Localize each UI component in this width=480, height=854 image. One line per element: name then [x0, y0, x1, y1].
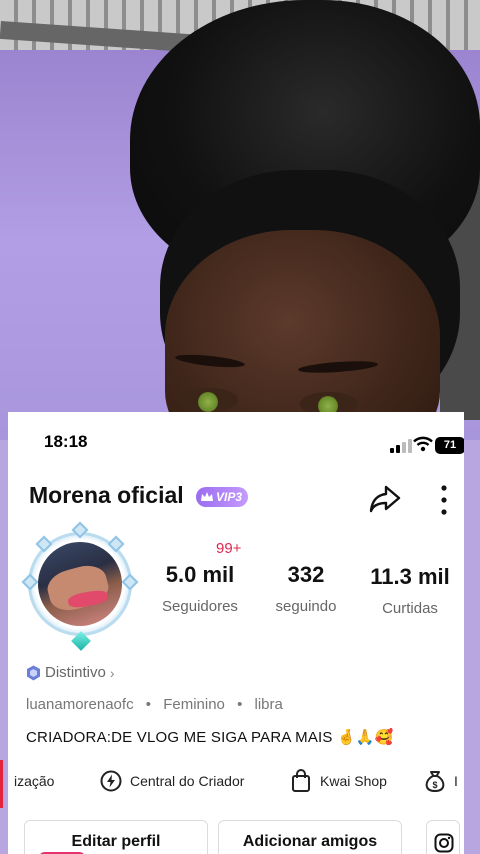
- vip-label: VIP3: [216, 490, 243, 504]
- stat-following[interactable]: 332 seguindo: [258, 562, 354, 615]
- battery-icon: 71: [435, 437, 464, 454]
- status-bar: 18:18 71: [8, 412, 464, 462]
- profile-bio: CRIADORA:DE VLOG ME SIGA PARA MAIS 🤞🙏🥰: [26, 729, 394, 746]
- share-icon[interactable]: [368, 484, 402, 514]
- left-edge-red-bar: [0, 760, 3, 808]
- toolbar-item-label: Kwai Shop: [320, 773, 387, 789]
- toolbar-item-kwai-shop[interactable]: Kwai Shop: [290, 764, 387, 798]
- toolbar-item-label: Central do Criador: [130, 773, 245, 789]
- profile-screenshot-card: 18:18 71 Morena oficial VIP3 99+ 5.0 mil…: [8, 412, 464, 854]
- username: luanamorenaofc: [26, 696, 134, 713]
- stat-followers[interactable]: 5.0 mil Seguidores: [148, 562, 252, 615]
- stat-value: 332: [287, 562, 325, 587]
- vip-badge[interactable]: VIP3: [196, 487, 249, 507]
- more-icon[interactable]: [438, 484, 450, 516]
- money-bag-icon: $: [425, 771, 445, 793]
- instagram-button[interactable]: [426, 820, 460, 854]
- svg-text:$: $: [432, 780, 437, 790]
- toolbar-item-creator-center[interactable]: Central do Criador: [100, 764, 244, 798]
- left-eye: [180, 388, 238, 412]
- toolbar-item-earnings[interactable]: $ I: [424, 764, 458, 798]
- wifi-icon: [413, 436, 433, 452]
- stat-likes[interactable]: 11.3 mil Curtidas: [360, 564, 460, 617]
- signal-icon: [390, 439, 412, 453]
- shield-icon: [27, 665, 40, 680]
- vip-crown-icon: [201, 492, 213, 501]
- status-time: 18:18: [44, 432, 88, 451]
- stat-label: Curtidas: [382, 600, 438, 617]
- avatar-frame[interactable]: [21, 521, 139, 651]
- toolbar-item-cut-right: I: [454, 773, 458, 789]
- stat-label: seguindo: [275, 598, 337, 615]
- separator-dot: •: [237, 696, 243, 713]
- bag-icon: [292, 769, 310, 792]
- notification-badge: 99+: [216, 540, 242, 557]
- lightning-icon: [100, 770, 122, 792]
- stat-label: Seguidores: [162, 598, 238, 615]
- stat-value: 11.3 mil: [370, 564, 450, 589]
- profile-name: Morena oficial: [29, 482, 184, 508]
- add-friends-button[interactable]: Adicionar amigos: [218, 820, 402, 854]
- avatar: [38, 542, 122, 626]
- distintivo-label: Distintivo: [45, 664, 106, 681]
- profile-meta: luanamorenaofc • Feminino • libra: [26, 696, 283, 713]
- gender: Feminino: [163, 696, 225, 713]
- profile-toolbar: ização Central do Criador Kwai Shop $ I: [8, 764, 464, 798]
- stat-value: 5.0 mil: [165, 562, 235, 587]
- chevron-right-icon: ›: [109, 664, 115, 681]
- separator-dot: •: [145, 696, 152, 713]
- distintivo-link[interactable]: Distintivo ›: [26, 664, 115, 681]
- zodiac-sign: libra: [254, 696, 283, 713]
- toolbar-item-label: ização: [14, 773, 55, 789]
- toolbar-item-cut[interactable]: ização: [14, 764, 54, 798]
- instagram-icon: [434, 833, 454, 853]
- edit-profile-button[interactable]: Editar perfil: [24, 820, 208, 854]
